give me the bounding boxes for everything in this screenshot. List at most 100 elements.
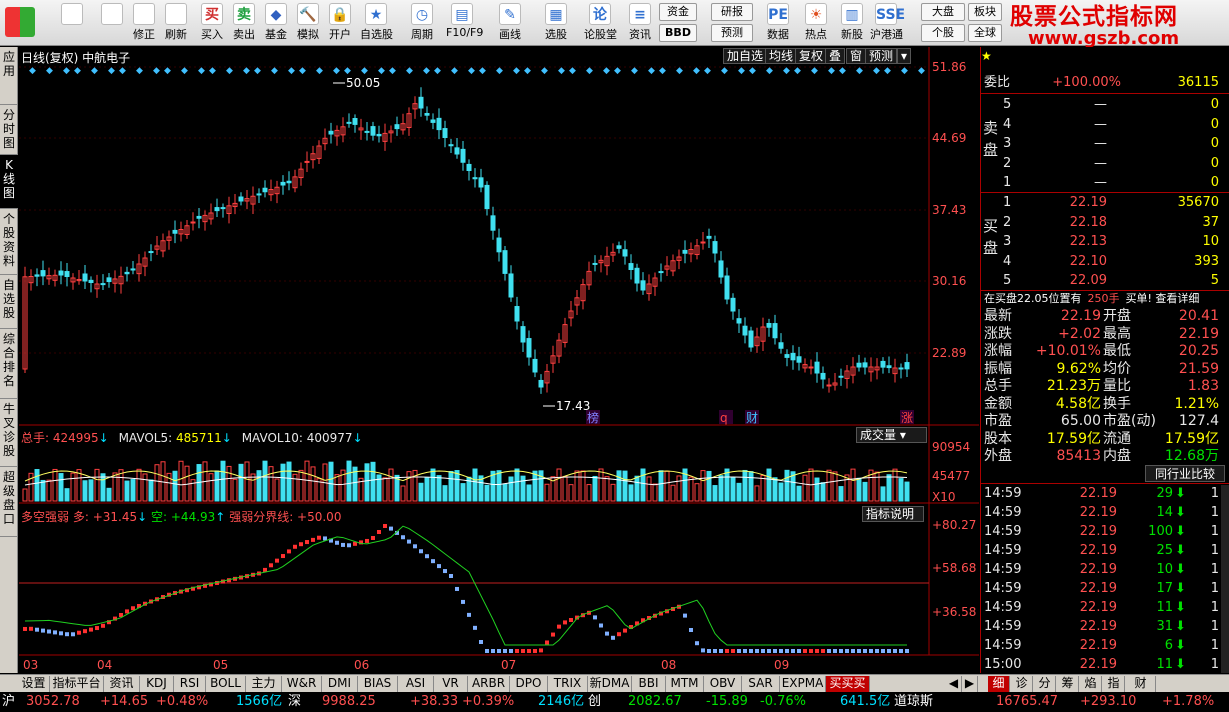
indicator-dot [875,649,879,653]
ipo-button[interactable]: ▥ 新股 [836,2,868,44]
left-tab-ranking[interactable]: 综合排名 [0,329,18,399]
indicator-tab[interactable]: 设置 [18,676,50,692]
indicator-tab[interactable]: 主力 [246,676,282,692]
event-label[interactable]: 榜 [587,410,599,425]
open-account-button[interactable]: 🔒 开户 [324,2,356,44]
volume-bar [370,461,376,502]
stat-label: 市盈 [984,413,1012,429]
indicator-help-button[interactable]: 指标说明 [862,506,924,522]
quote-tab[interactable]: 诊 [1011,676,1033,692]
event-label[interactable]: 涨 [901,410,913,425]
indicator-tab[interactable]: RSI [174,676,206,692]
indicator-tab[interactable]: OBV [704,676,742,692]
hotspot-button[interactable]: ☀ 热点 [800,2,832,44]
signal-diamond-icon: ◆ [828,66,835,76]
indicator-tab[interactable]: W&R [282,676,322,692]
indicator-tab[interactable]: 新DMA [588,676,632,692]
indicator-tab[interactable]: SAR [742,676,780,692]
chart-btn-add-watchlist[interactable]: 加自选 [723,48,768,64]
chart-btn-ma[interactable]: 均线 [765,48,798,64]
tick-volume: 100 [1148,524,1173,539]
refresh-button[interactable]: 刷新 [160,2,192,44]
left-tab-watchlist[interactable]: 自选股 [0,275,18,329]
indicator-tab[interactable]: MTM [666,676,704,692]
up-down-button[interactable] [96,2,128,44]
buy-button[interactable]: 买买入 [196,2,228,44]
indicator-tab[interactable]: 指标平台 [50,676,104,692]
volume-bar [502,483,508,502]
left-tab-kline[interactable]: K线图 [0,155,18,209]
forum-button[interactable]: 论论股堂 [584,2,617,44]
draw-line-button[interactable]: ✎ 画线 [494,2,526,44]
quote-tab[interactable]: 指 [1103,676,1125,692]
scrollbar[interactable] [1221,485,1229,673]
indicator-tab[interactable]: DMI [322,676,358,692]
quote-tab[interactable]: 焰 [1080,676,1102,692]
indicator-tab[interactable]: KDJ [140,676,174,692]
simulate-button[interactable]: 🔨 模拟 [292,2,324,44]
indicator-tab[interactable]: ARBR [468,676,510,692]
quote-tab[interactable]: 财 [1126,676,1156,692]
indicator-tab[interactable]: DPO [510,676,548,692]
gegu-button[interactable]: 个股 [921,24,965,42]
dapan-button[interactable]: 大盘 [921,3,965,21]
left-tab-diagnose[interactable]: 牛叉诊股 [0,399,18,467]
xiuzheng-button[interactable]: 修正 [128,2,160,44]
indicator-tab[interactable]: ASI [398,676,434,692]
news-button[interactable]: ≡ 资讯 [624,2,656,44]
back-button[interactable] [56,2,88,44]
signal-diamond-icon: ◆ [119,66,126,76]
order-notice[interactable]: 在买盘22.05位置有 250手 买单! 查看详细 [984,291,1229,307]
quanqiu-button[interactable]: 全球 [968,24,1002,42]
indicator-tab[interactable]: BIAS [358,676,398,692]
hk-connect-button[interactable]: SSE 沪港通 [870,2,905,44]
chart-btn-overlay[interactable]: 叠 [825,48,846,64]
star-icon[interactable]: ★ [981,49,992,63]
notice-link[interactable]: 买单! 查看详细 [1126,292,1200,305]
indicator-tab[interactable]: VR [434,676,468,692]
indicator-name: 多空强弱 [21,510,70,524]
chart-btn-window[interactable]: 窗 [846,48,867,64]
indicator-tab[interactable]: BBI [632,676,666,692]
quote-tab[interactable]: 细 [988,676,1010,692]
kline-chart-area[interactable]: 51.86 44.69 37.43 30.16 22.89 90954 45477 X10 +8… [19,47,979,673]
yanbao-button[interactable]: 研报 [711,3,753,21]
fund-button[interactable]: ◆ 基金 [260,2,292,44]
industry-compare-button[interactable]: 同行业比较 [1145,465,1225,482]
bankuai-button[interactable]: 板块 [968,3,1002,21]
sell-button[interactable]: 卖卖出 [228,2,260,44]
indicator-tab[interactable]: TRIX [548,676,588,692]
chart-btn-forecast[interactable]: 预测 [865,48,898,64]
event-label[interactable]: q [720,411,728,425]
tab-scroll-left-icon[interactable]: ◀ [946,676,962,692]
yuce-button[interactable]: 预测 [711,24,753,42]
indicator-tab[interactable]: EXPMA [780,676,826,692]
watchlist-button[interactable]: ★ 自选股 [360,2,393,44]
left-tab-apps[interactable]: 应用 [0,47,18,105]
quote-tab[interactable]: 筹 [1057,676,1079,692]
indicator-dot [563,620,567,625]
indicator-dot [293,544,297,549]
indicator-tab[interactable]: 买买买 [826,676,870,692]
bbd-button[interactable]: BBD [659,24,697,42]
chart-btn-adjust[interactable]: 复权 [795,48,828,64]
tick-type: 1 [1210,638,1219,653]
left-tab-profile[interactable]: 个股资料 [0,209,18,275]
left-tab-intraday[interactable]: 分时图 [0,105,18,155]
quote-tab[interactable]: 分 [1034,676,1056,692]
indicator-dot [35,627,39,632]
period-button[interactable]: ◷ 周期 [406,2,438,44]
stock-select-button[interactable]: ▦ 选股 [540,2,572,44]
tab-scroll-right-icon[interactable]: ▶ [962,676,978,692]
data-button[interactable]: PE 数据 [762,2,794,44]
chart-menu-dropdown[interactable]: ▾ [897,48,912,64]
app-menu-button[interactable] [4,2,36,44]
indicator-tab[interactable]: 资讯 [104,676,140,692]
kline-chart-svg[interactable]: 51.86 44.69 37.43 30.16 22.89 90954 45477 X10 +8… [19,47,979,673]
f10-button[interactable]: ▤ F10/F9 [446,2,483,44]
zijin-button[interactable]: 资金 [659,3,697,21]
left-tab-super-quote[interactable]: 超级盘口 [0,467,18,537]
indicator-tab[interactable]: BOLL [206,676,246,692]
volume-type-dropdown[interactable]: 成交量 ▾ [856,427,927,443]
event-label[interactable]: 财 [746,411,758,425]
